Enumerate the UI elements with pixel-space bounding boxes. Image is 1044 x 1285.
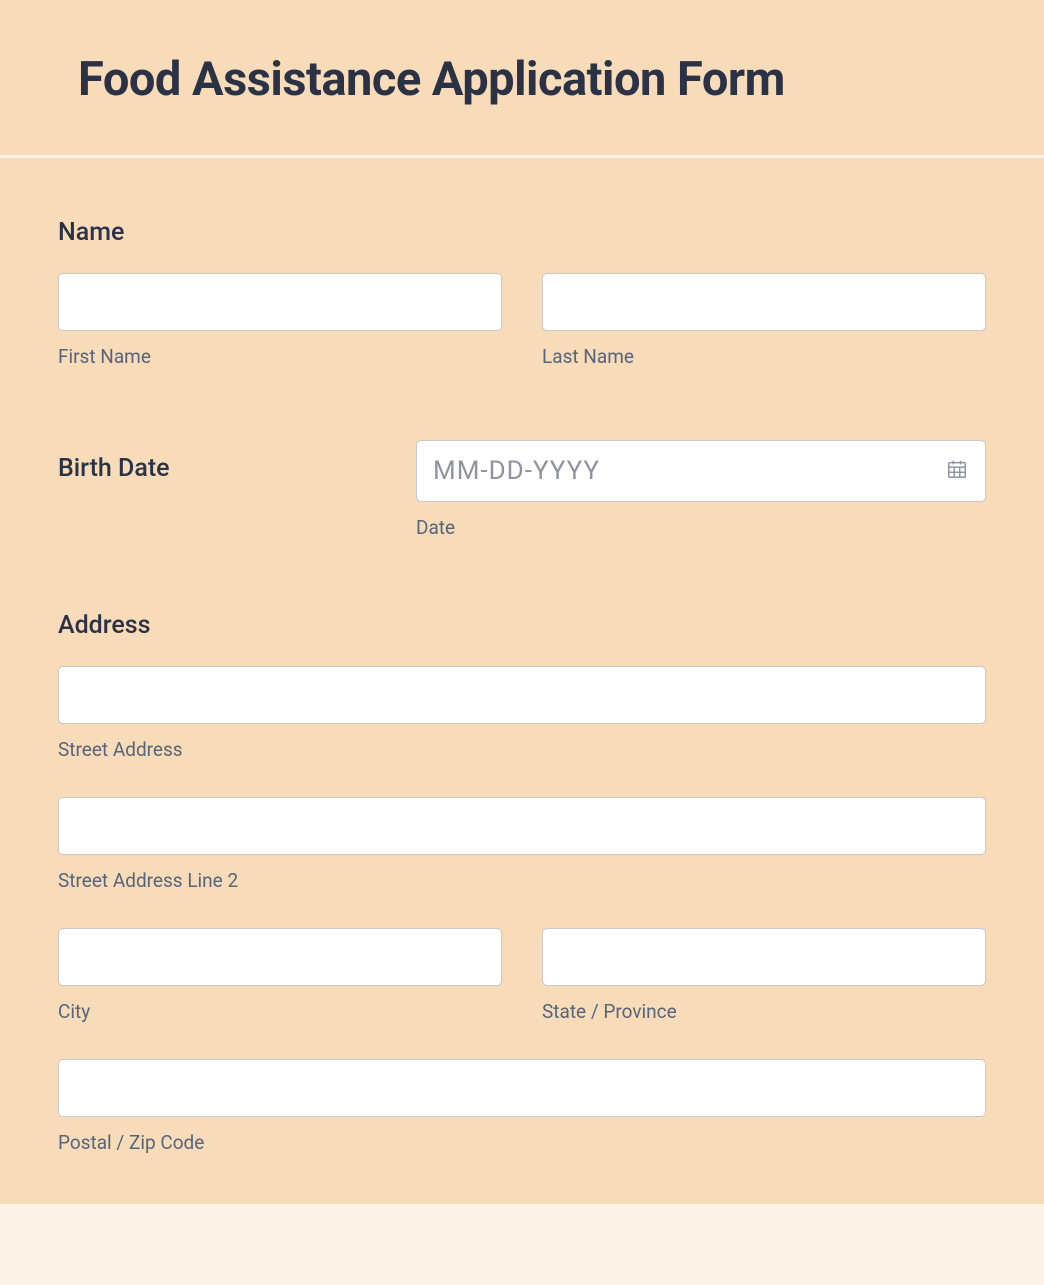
birthdate-input-col: Date [416,440,986,539]
last-name-sublabel: Last Name [542,345,986,368]
form-title: Food Assistance Application Form [78,52,966,107]
last-name-col: Last Name [542,273,986,368]
postal-sublabel: Postal / Zip Code [58,1131,986,1154]
street-block: Street Address [58,666,986,761]
state-sublabel: State / Province [542,1000,986,1023]
street2-block: Street Address Line 2 [58,797,986,892]
form-body: Name First Name Last Name Birth Date [0,158,1044,1204]
street-input[interactable] [58,666,986,724]
city-sublabel: City [58,1000,502,1023]
name-row: First Name Last Name [58,273,986,368]
postal-block: Postal / Zip Code [58,1059,986,1154]
city-col: City [58,928,502,1023]
birthdate-input[interactable] [416,440,986,502]
birthdate-label: Birth Date [58,454,416,483]
street2-input[interactable] [58,797,986,855]
address-label: Address [58,611,986,640]
city-state-row: City State / Province [58,928,986,1023]
postal-input[interactable] [58,1059,986,1117]
state-col: State / Province [542,928,986,1023]
birthdate-row: Birth Date [58,440,986,539]
address-group: Address Street Address Street Address Li… [58,611,986,1154]
name-group: Name First Name Last Name [58,218,986,368]
date-input-wrap [416,440,986,502]
first-name-input[interactable] [58,273,502,331]
street-sublabel: Street Address [58,738,986,761]
birthdate-group: Birth Date [58,440,986,539]
city-input[interactable] [58,928,502,986]
first-name-sublabel: First Name [58,345,502,368]
name-label: Name [58,218,986,247]
birthdate-sublabel: Date [416,516,986,539]
city-state-block: City State / Province [58,928,986,1023]
state-input[interactable] [542,928,986,986]
street2-sublabel: Street Address Line 2 [58,869,986,892]
birthdate-label-col: Birth Date [58,440,416,509]
form-header: Food Assistance Application Form [0,0,1044,158]
form-container: Food Assistance Application Form Name Fi… [0,0,1044,1204]
last-name-input[interactable] [542,273,986,331]
first-name-col: First Name [58,273,502,368]
